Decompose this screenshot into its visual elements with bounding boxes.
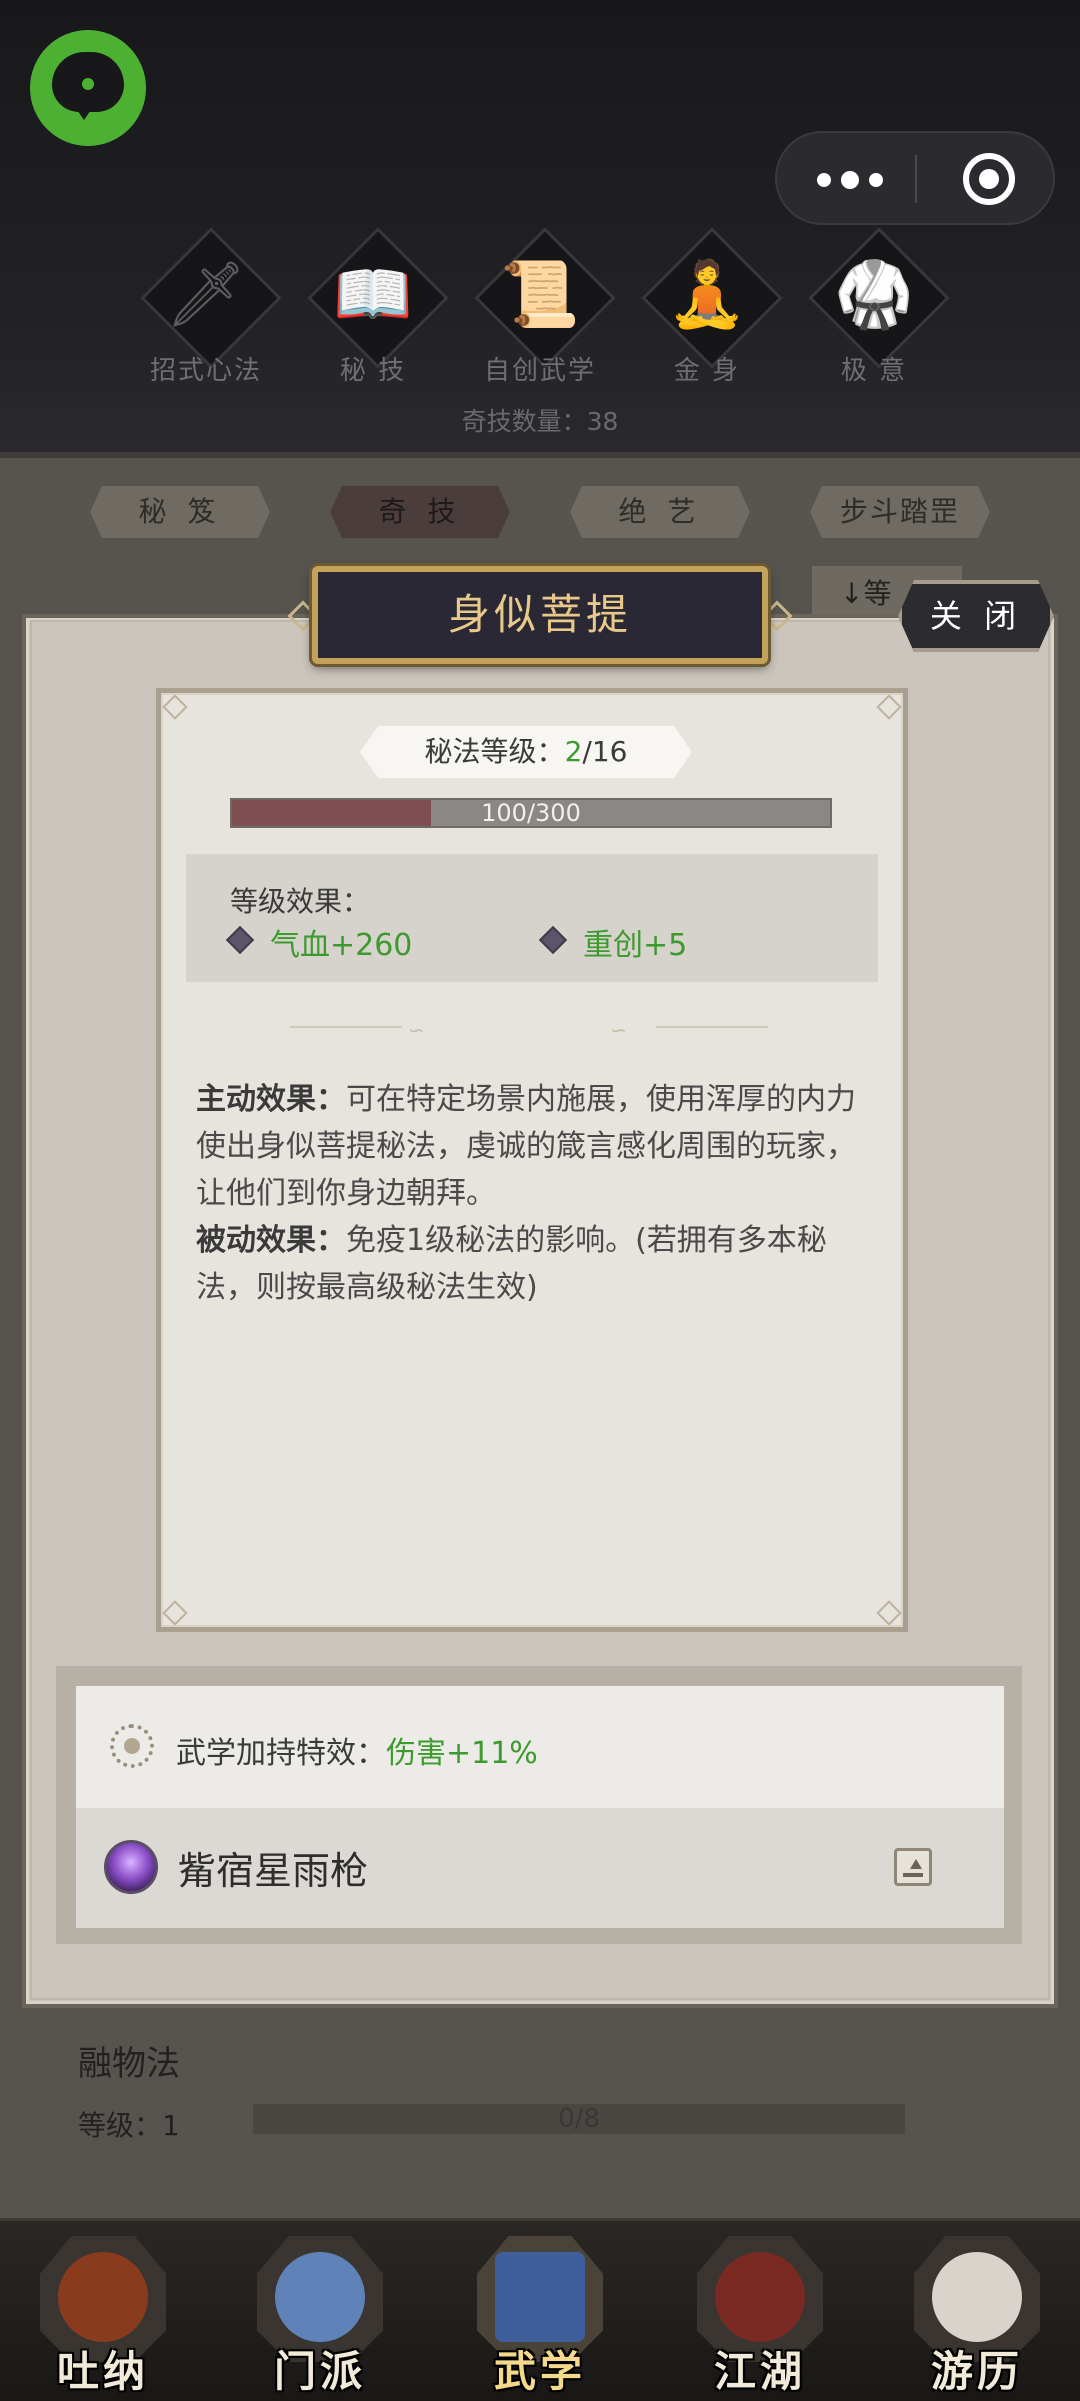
modal-title: 身似菩提 — [447, 590, 632, 639]
banner-icon — [275, 2252, 365, 2342]
close-button-label[interactable]: 关 闭 — [898, 580, 1054, 652]
sword-icon: 🗡 — [165, 258, 247, 332]
fighter-icon: 🥋 — [834, 258, 914, 332]
category-tab-manuals[interactable]: 秘 笈 — [90, 486, 270, 538]
meditation-icon: 🧘 — [667, 258, 747, 332]
level-effects-title: 等级效果： — [230, 885, 371, 918]
skill-tab-moves[interactable]: 🗡 招式心法 — [131, 227, 282, 400]
skill-tab-label: 金 身 — [673, 356, 741, 386]
skill-tab-secret[interactable]: 📖 秘 技 — [298, 227, 449, 400]
nav-item-travel[interactable]: 游历 — [902, 2230, 1052, 2398]
swirl-ornament-icon: ∽ — [610, 1018, 627, 1042]
bonus-effect: 武学加持特效：伤害+11% — [176, 1736, 538, 1771]
gear-icon — [110, 1724, 154, 1768]
spear-icon — [104, 1840, 158, 1894]
app-logo-icon — [30, 30, 146, 146]
book-icon: 📖 — [333, 258, 413, 332]
scroll-icon: 📜 — [500, 258, 580, 332]
share-icon[interactable] — [894, 1848, 932, 1886]
category-tab-arts[interactable]: 绝 艺 — [570, 486, 750, 538]
mini-program-capsule — [775, 131, 1055, 225]
skill-tab-golden-body[interactable]: 🧘 金 身 — [632, 227, 783, 400]
nav-label: 武学 — [493, 2347, 586, 2396]
close-program-icon[interactable] — [963, 153, 1015, 205]
skill-tab-label: 秘 技 — [339, 356, 407, 386]
skill-tab-custom[interactable]: 📜 自创武学 — [465, 227, 616, 400]
weapon-name: 觜宿星雨枪 — [178, 1849, 369, 1893]
skill-count: 奇技数量：38 — [461, 407, 619, 436]
level-progress-text: 100/300 — [481, 799, 581, 827]
skill-tab-label: 极 意 — [840, 356, 908, 386]
books-icon — [495, 2252, 585, 2342]
category-tab-techniques[interactable]: 奇 技 — [330, 486, 510, 538]
divider — [656, 1026, 768, 1028]
nav-label: 江湖 — [713, 2347, 806, 2396]
nav-item-sect[interactable]: 门派 — [245, 2230, 395, 2398]
skill-tab-label: 招式心法 — [149, 356, 262, 386]
skill-tab-label: 自创武学 — [483, 356, 596, 386]
nav-label: 吐纳 — [56, 2347, 149, 2396]
list-item-progress-text: 0/8 — [558, 2104, 600, 2134]
nav-item-martial-arts[interactable]: 武学 — [465, 2230, 615, 2398]
skill-tab-ultimate[interactable]: 🥋 极 意 — [799, 227, 950, 400]
nav-label: 游历 — [930, 2347, 1023, 2396]
category-tab-steps[interactable]: 步斗踏罡 — [810, 486, 990, 538]
horse-icon — [932, 2252, 1022, 2342]
skill-description: 主动效果：可在特定场景内施展，使用浑厚的内力使出身似菩提秘法，虔诚的箴言感化周围… — [196, 1082, 856, 1305]
divider — [290, 1026, 402, 1028]
list-item-title: 融物法 — [78, 2044, 180, 2084]
secret-level: 秘法等级：2/16 — [424, 735, 628, 768]
swirl-ornament-icon: ∽ — [408, 1018, 425, 1042]
nav-item-breathing[interactable]: 吐纳 — [28, 2230, 178, 2398]
hat-icon — [715, 2252, 805, 2342]
meditating-figure-icon — [58, 2252, 148, 2342]
nav-label: 门派 — [273, 2347, 366, 2396]
list-item-level: 等级：1 — [78, 2109, 180, 2142]
nav-item-jianghu[interactable]: 江湖 — [685, 2230, 835, 2398]
more-options-icon[interactable] — [817, 169, 887, 189]
